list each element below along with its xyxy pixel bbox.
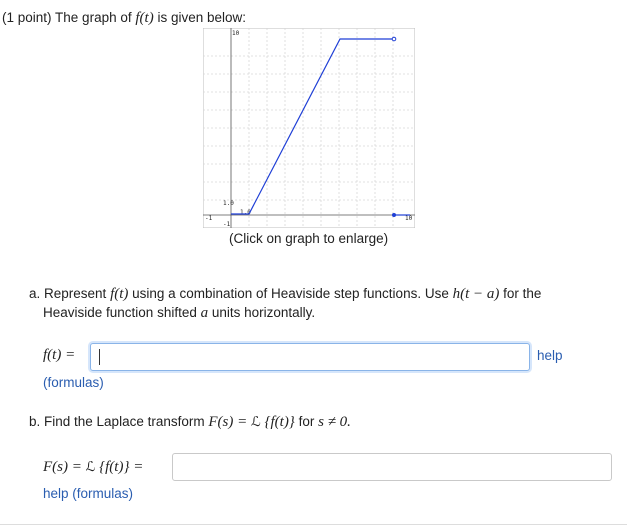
function-symbol: f(t) <box>135 10 154 26</box>
part-b-for: for <box>298 414 315 429</box>
intro-suffix: is given below: <box>157 10 247 25</box>
part-a-line2-text1: Heaviside function shifted <box>43 305 197 320</box>
tick-label-x-neg: -1 <box>205 215 213 222</box>
tick-label-y-top: 10 <box>232 30 240 37</box>
part-a-function: f(t) <box>110 286 129 302</box>
points-label: (1 point) <box>2 10 52 25</box>
answer-b-label: F(s) = ℒ {f(t)} = <box>43 459 143 476</box>
formulas-link-a[interactable]: (formulas) <box>43 375 104 390</box>
part-b-condition: s ≠ 0. <box>318 414 351 430</box>
answer-b-F: F(s) = <box>43 459 86 475</box>
laplace-symbol: ℒ <box>250 414 261 430</box>
part-b-links: help (formulas) <box>43 486 133 501</box>
answer-a-label: f(t) = <box>43 347 76 363</box>
help-link-b[interactable]: help <box>43 486 69 501</box>
text-caret <box>99 349 100 365</box>
answer-b-laplace-symbol: ℒ <box>85 459 96 475</box>
part-a-text1: using a combination of Heaviside step fu… <box>132 286 449 301</box>
part-a-line1: a. Represent f(t) using a combination of… <box>29 286 541 303</box>
part-a-shift-symbol: a <box>200 305 209 321</box>
part-a-prefix: a. Represent <box>29 286 107 301</box>
part-b-braces: {f(t)} <box>264 414 295 430</box>
part-a-text2: for the <box>503 286 542 301</box>
open-endpoint <box>391 36 397 42</box>
bottom-divider <box>0 524 627 525</box>
formulas-link-b[interactable]: (formulas) <box>72 486 133 501</box>
help-link-a[interactable]: help <box>537 348 563 363</box>
part-b-prefix: b. Find the Laplace transform <box>29 414 205 429</box>
part-b-line: b. Find the Laplace transform F(s) = ℒ {… <box>29 414 351 431</box>
answer-a-input[interactable] <box>90 343 530 371</box>
tick-label-x-right: 10 <box>405 215 413 222</box>
graph-caption[interactable]: (Click on graph to enlarge) <box>229 231 388 246</box>
part-b-F: F(s) = <box>208 414 251 430</box>
part-a-line2-text2: units horizontally. <box>211 305 316 320</box>
answer-b-rest: {f(t)} = <box>99 459 144 475</box>
intro-text: The graph of <box>55 10 132 25</box>
function-graph[interactable]: 10 1.0 1.0 -1 -1 10 <box>202 27 416 229</box>
part-a-line2: Heaviside function shifted a units horiz… <box>43 305 315 322</box>
answer-b-input[interactable] <box>172 453 612 481</box>
problem-header: (1 point) The graph of f(t) is given bel… <box>2 10 246 27</box>
closed-endpoint <box>392 213 396 217</box>
tick-label-y-one: 1.0 <box>223 200 234 207</box>
tick-label-y-neg: -1 <box>223 221 231 228</box>
graph-container[interactable]: 10 1.0 1.0 -1 -1 10 <box>202 27 416 229</box>
part-a-heaviside: h(t − a) <box>452 286 500 302</box>
